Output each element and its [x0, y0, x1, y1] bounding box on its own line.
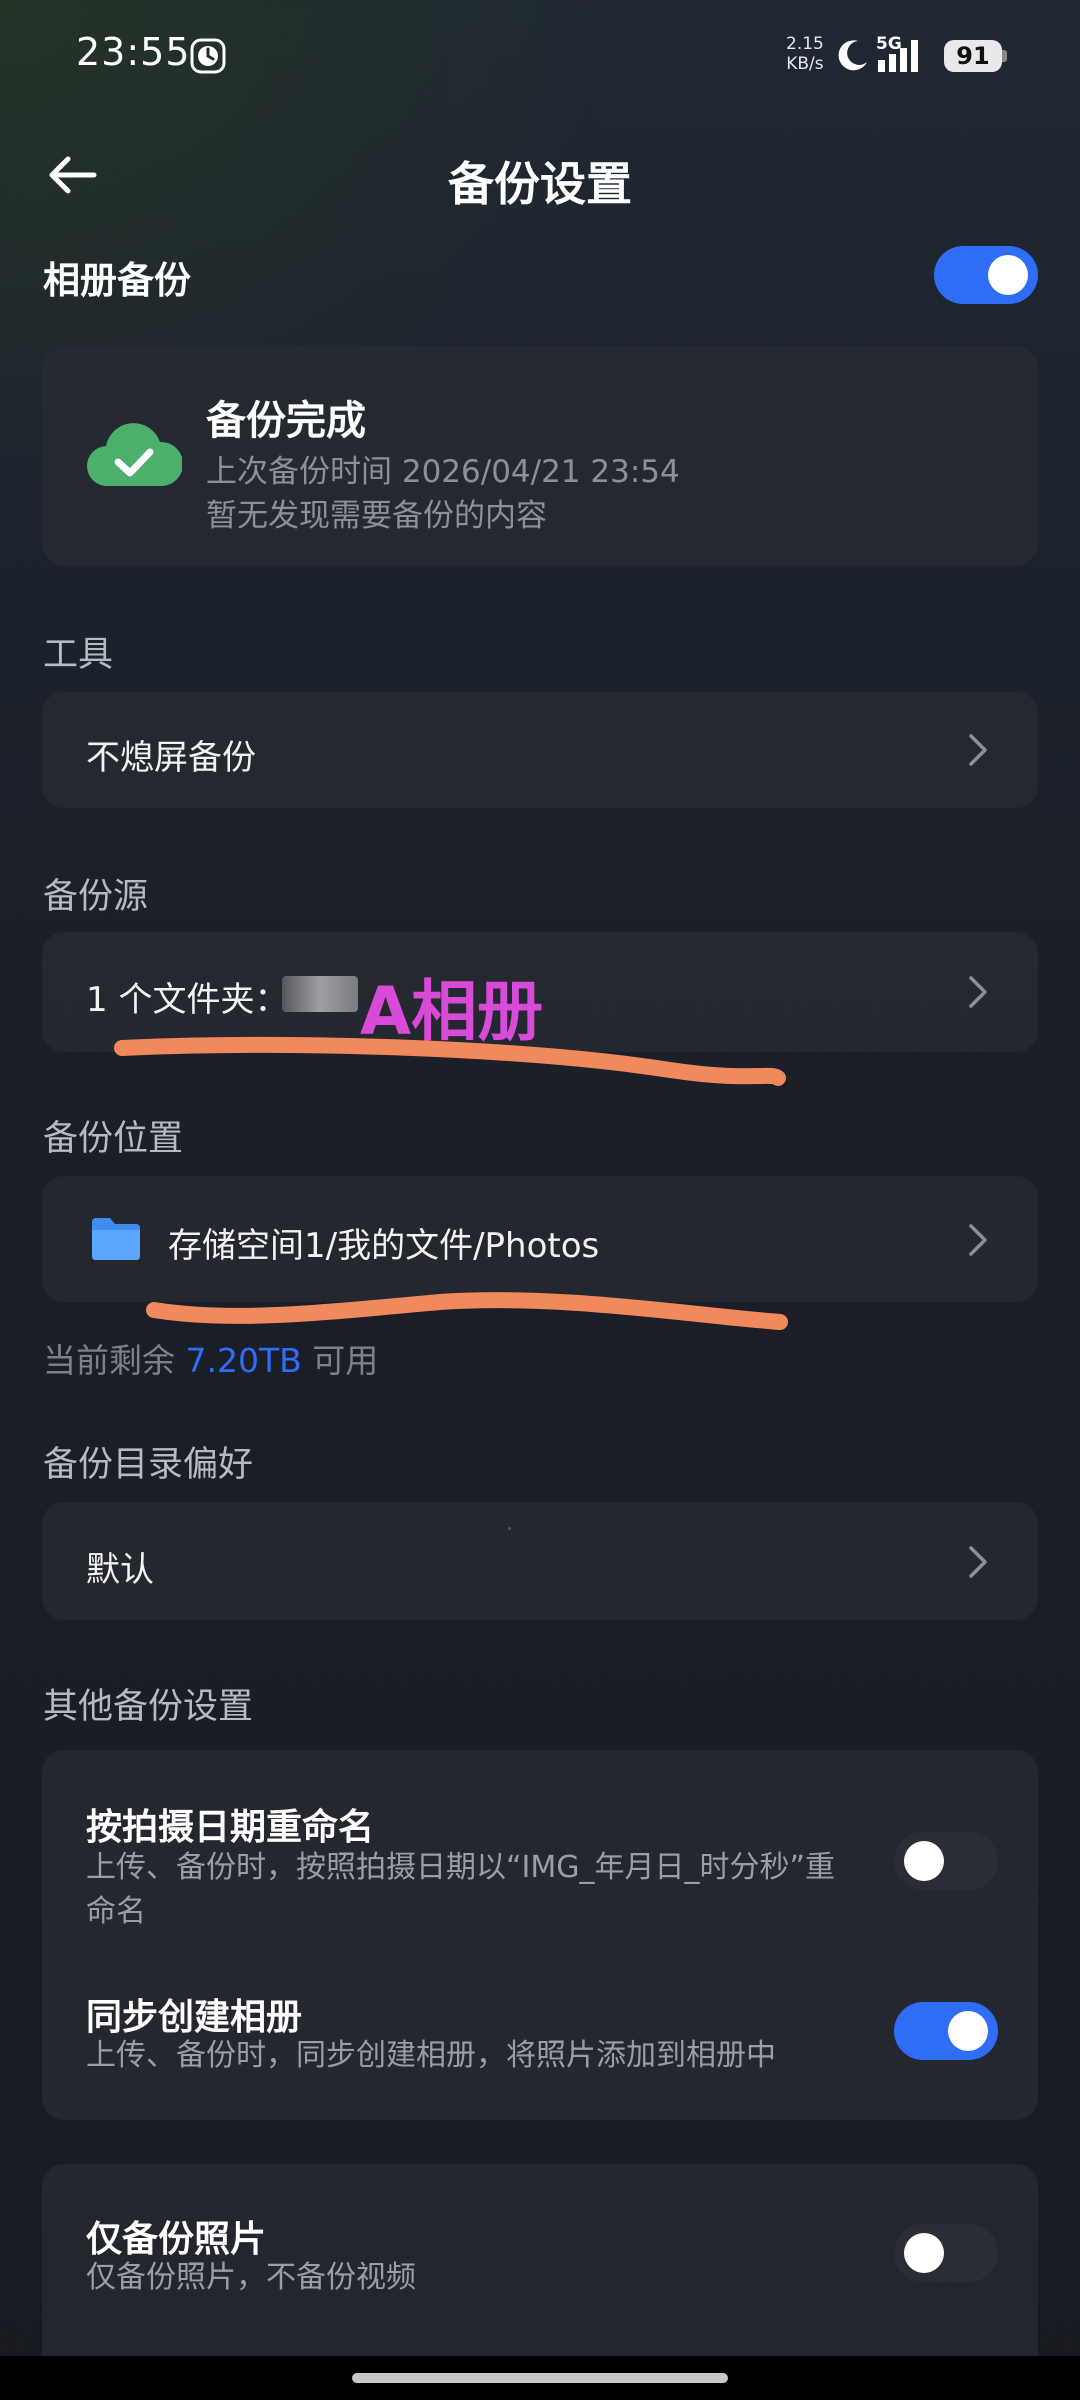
network-speed: 2.15 KB/s [786, 34, 824, 74]
cloud-check-icon [86, 423, 182, 487]
free-space-value: 7.20TB [185, 1341, 302, 1380]
other-settings-section-label: 其他备份设置 [43, 1687, 254, 1727]
redacted-text-block [282, 976, 358, 1012]
chevron-right-icon [969, 1546, 987, 1578]
sync-album-title: 同步创建相册 [86, 1997, 303, 2038]
album-backup-label: 相册备份 [43, 259, 191, 302]
orange-underline-mark [114, 1036, 786, 1086]
sync-album-desc: 上传、备份时，同步创建相册，将照片添加到相册中 [86, 2038, 776, 2073]
home-indicator[interactable] [352, 2373, 728, 2383]
backup-status-title: 备份完成 [206, 398, 366, 444]
rename-by-date-toggle[interactable] [894, 1832, 998, 1890]
photos-only-desc: 仅备份照片，不备份视频 [86, 2260, 416, 2295]
backup-location-path: 存储空间1/我的文件/Photos [168, 1226, 600, 1266]
chevron-right-icon [969, 976, 987, 1008]
last-backup-time: 上次备份时间 2026/04/21 23:54 [206, 454, 680, 490]
free-space-info: 当前剩余 7.20TB 可用 [43, 1341, 379, 1380]
tools-section-label: 工具 [43, 635, 114, 675]
album-backup-toggle[interactable] [934, 246, 1038, 304]
page-title: 备份设置 [448, 157, 632, 211]
directory-pref-row[interactable] [42, 1502, 1038, 1620]
photos-only-toggle[interactable] [894, 2224, 998, 2282]
rename-by-date-desc: 上传、备份时，按照拍摄日期以“IMG_年月日_时分秒”重命名 [86, 1850, 836, 1929]
directory-pref-section-label: 备份目录偏好 [43, 1445, 254, 1485]
speck [508, 1527, 511, 1530]
backup-location-section-label: 备份位置 [43, 1119, 184, 1159]
backup-source-section-label: 备份源 [43, 877, 149, 917]
folder-icon [92, 1218, 140, 1260]
directory-pref-value: 默认 [86, 1550, 154, 1590]
backup-status-note: 暂无发现需要备份的内容 [206, 498, 547, 534]
photos-only-title: 仅备份照片 [86, 2219, 267, 2260]
do-not-disturb-moon-icon [838, 40, 867, 71]
chevron-right-icon [969, 734, 987, 766]
signal-strength-icon [878, 40, 918, 72]
chevron-right-icon [969, 1224, 987, 1256]
battery-indicator: 91 [944, 40, 1002, 72]
rename-by-date-title: 按拍摄日期重命名 [86, 1807, 375, 1848]
sync-album-toggle[interactable] [894, 2002, 998, 2060]
battery-tip [1002, 50, 1007, 62]
status-time: 23:55 [76, 30, 191, 74]
no-sleep-backup-label: 不熄屏备份 [86, 738, 256, 778]
backup-source-folder-count: 1 个文件夹： [86, 980, 289, 1020]
alarm-clock-icon [190, 38, 226, 74]
